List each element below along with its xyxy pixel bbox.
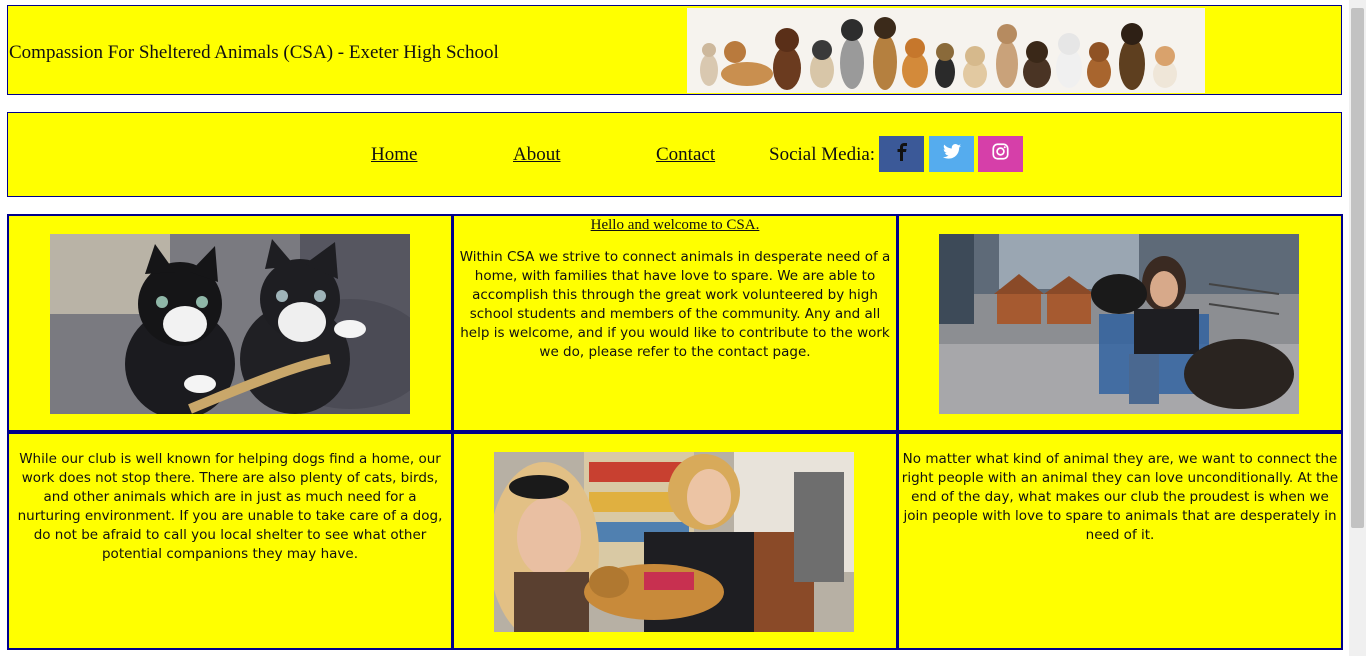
- nav-link-home[interactable]: Home: [371, 144, 417, 166]
- welcome-heading: Hello and welcome to CSA.: [590, 217, 760, 233]
- kittens-photo: [50, 234, 410, 414]
- mission-cell: No matter what kind of animal they are, …: [897, 432, 1343, 650]
- site-title: Compassion For Sheltered Animals (CSA) -…: [9, 42, 499, 63]
- volunteers-cell: [452, 432, 898, 650]
- instagram-icon: [992, 143, 1009, 165]
- twitter-icon: [942, 144, 961, 164]
- dogs-banner-image: [687, 8, 1205, 93]
- volunteers-with-dog-photo: [494, 452, 854, 632]
- facebook-button[interactable]: [879, 136, 924, 172]
- nav-link-contact[interactable]: Contact: [656, 144, 715, 166]
- mission-text: No matter what kind of animal they are, …: [901, 451, 1339, 543]
- nav-link-about[interactable]: About: [513, 144, 561, 166]
- kittens-cell: [7, 214, 453, 432]
- facebook-icon: [896, 142, 908, 166]
- instagram-button[interactable]: [978, 136, 1023, 172]
- social-media-label: Social Media:: [769, 144, 876, 165]
- site-header: Compassion For Sheltered Animals (CSA) -…: [7, 5, 1342, 95]
- dogs-text-cell: While our club is well known for helping…: [7, 432, 453, 650]
- page-scrollbar[interactable]: [1349, 0, 1366, 656]
- main-nav: Home About Contact Social Media:: [7, 112, 1342, 197]
- dogs-text: While our club is well known for helping…: [17, 451, 443, 562]
- scrollbar-thumb[interactable]: [1351, 8, 1364, 528]
- woman-dog-cell: [897, 214, 1343, 432]
- welcome-cell: Hello and welcome to CSA. Within CSA we …: [452, 214, 898, 432]
- intro-text: Within CSA we strive to connect animals …: [459, 249, 891, 360]
- twitter-button[interactable]: [929, 136, 974, 172]
- woman-with-dog-photo: [939, 234, 1299, 414]
